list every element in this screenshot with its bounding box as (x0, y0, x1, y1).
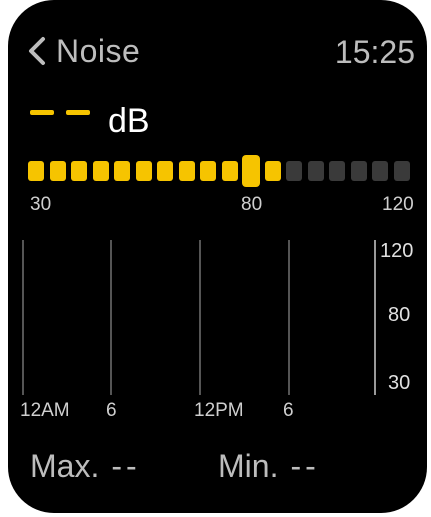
clock-time: 15:25 (334, 34, 415, 70)
noise-level-meter (28, 155, 420, 187)
back-button[interactable]: Noise (24, 26, 164, 76)
meter-segment-active (157, 161, 173, 181)
x-axis-label: 6 (283, 400, 294, 421)
meter-segment-active (135, 161, 152, 181)
meter-current-marker (242, 155, 260, 187)
meter-segment-active (200, 161, 216, 181)
chart-gridline (110, 240, 112, 395)
meter-scale-max: 120 (382, 194, 414, 215)
reading-dash (66, 110, 90, 115)
chart-gridline (22, 240, 24, 395)
meter-segment-inactive (329, 161, 345, 181)
noise-history-chart: 120 80 30 12AM 6 12PM 6 (8, 232, 427, 432)
min-label: Min. (218, 448, 279, 484)
reading-dash (30, 110, 54, 115)
meter-segment-inactive (307, 161, 324, 181)
y-axis-label: 120 (380, 240, 414, 262)
meter-segment-inactive (393, 161, 410, 181)
reading-unit: dB (108, 102, 150, 140)
chart-gridline (288, 240, 290, 395)
chart-gridline (199, 240, 201, 395)
max-stat: Max. -- (30, 448, 141, 485)
y-axis-label: 80 (388, 304, 411, 326)
meter-segment-active (264, 161, 281, 181)
meter-segment-active (114, 161, 130, 181)
meter-scale-min: 30 (30, 194, 52, 215)
x-axis-label: 12PM (194, 400, 244, 421)
min-value: -- (290, 448, 320, 484)
meter-segment-inactive (286, 161, 302, 181)
max-label: Max. (30, 448, 100, 484)
chart-y-axis (374, 240, 376, 395)
meter-segment-active (49, 161, 66, 181)
min-stat: Min. -- (218, 448, 320, 485)
noise-reading-value (30, 97, 90, 127)
y-axis-label: 30 (388, 372, 411, 394)
meter-segment-inactive (372, 161, 388, 181)
x-axis-label: 6 (106, 400, 117, 421)
page-title: Noise (56, 32, 141, 69)
meter-segment-inactive (350, 161, 367, 181)
meter-scale-mid: 80 (241, 194, 263, 215)
chevron-left-icon (29, 37, 45, 65)
max-value: -- (111, 448, 141, 484)
meter-segment-active (221, 161, 238, 181)
meter-segment-active (71, 161, 87, 181)
meter-segment-active (178, 161, 195, 181)
meter-segment-active (28, 161, 44, 181)
watch-screen: Noise 15:25 dB 30 80 120 120 80 30 12AM … (8, 0, 427, 513)
x-axis-label: 12AM (20, 400, 70, 421)
meter-segment-active (92, 161, 109, 181)
